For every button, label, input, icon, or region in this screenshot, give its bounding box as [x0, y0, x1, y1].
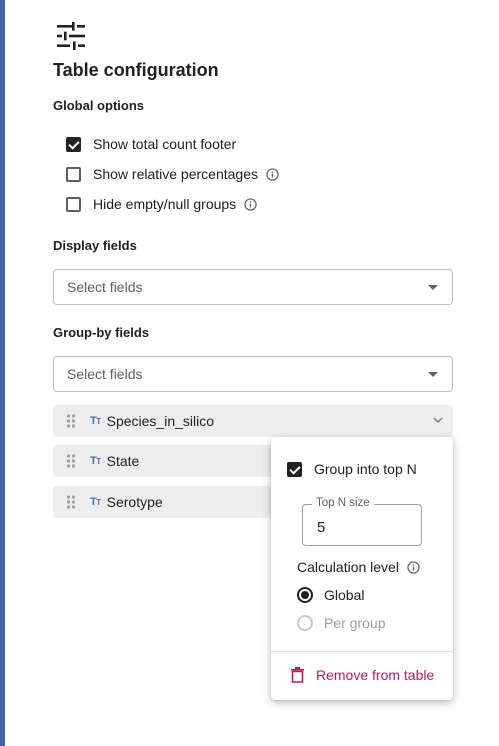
- text-type-icon: TT: [90, 496, 101, 508]
- drag-handle-icon[interactable]: [66, 454, 76, 468]
- drag-handle-icon[interactable]: [66, 414, 76, 428]
- radio-disabled: [297, 615, 313, 631]
- group-top-n-label: Group into top N: [314, 461, 417, 477]
- group-field-species-in-silico[interactable]: TT Species_in_silico: [53, 405, 453, 437]
- left-accent-bar: [0, 0, 5, 746]
- select-placeholder: Select fields: [67, 279, 143, 295]
- option-label: Show relative percentages: [93, 166, 258, 182]
- display-fields-select[interactable]: Select fields: [53, 269, 453, 305]
- remove-label: Remove from table: [316, 667, 435, 683]
- calculation-level-text: Calculation level: [297, 559, 399, 575]
- option-show-relative-percentages[interactable]: Show relative percentages: [66, 164, 279, 184]
- radio-option-global[interactable]: Global: [297, 587, 364, 603]
- group-by-fields-label: Group-by fields: [53, 325, 150, 340]
- info-icon[interactable]: [244, 197, 257, 211]
- top-n-size-value: 5: [317, 519, 326, 536]
- field-name: Species_in_silico: [106, 413, 215, 429]
- dropdown-caret-icon: [428, 372, 438, 377]
- top-n-size-label: Top N size: [312, 497, 374, 509]
- option-hide-empty-groups[interactable]: Hide empty/null groups: [66, 194, 257, 214]
- info-icon[interactable]: [407, 560, 420, 574]
- divider: [271, 651, 453, 652]
- field-options-popover: Group into top N Top N size 5 Calculatio…: [271, 437, 453, 700]
- display-fields-label: Display fields: [53, 238, 137, 253]
- checkbox-checked[interactable]: [287, 461, 302, 477]
- page-title: Table configuration: [53, 60, 219, 80]
- tune-icon: [57, 22, 85, 50]
- option-label: Show total count footer: [93, 136, 237, 152]
- dropdown-caret-icon: [428, 285, 438, 290]
- info-icon[interactable]: [266, 167, 279, 181]
- drag-handle-icon[interactable]: [66, 495, 76, 509]
- option-show-total-count[interactable]: Show total count footer: [66, 134, 236, 154]
- checkbox-checked[interactable]: [66, 136, 81, 152]
- calculation-level-label: Calculation level: [297, 559, 420, 575]
- option-label: Hide empty/null groups: [93, 196, 237, 212]
- radio-label: Per group: [324, 615, 386, 631]
- field-name: State: [106, 453, 140, 469]
- global-options-label: Global options: [53, 98, 144, 113]
- chevron-down-icon[interactable]: [433, 416, 443, 424]
- trash-icon: [291, 667, 304, 683]
- radio-label: Global: [324, 587, 365, 603]
- checkbox[interactable]: [66, 196, 81, 212]
- remove-from-table-button[interactable]: Remove from table: [291, 667, 434, 683]
- radio-selected[interactable]: [297, 587, 313, 603]
- field-name: Serotype: [106, 494, 163, 510]
- top-n-size-input[interactable]: Top N size 5: [302, 497, 422, 546]
- text-type-icon: TT: [90, 455, 101, 467]
- text-type-icon: TT: [90, 415, 101, 427]
- radio-option-per-group: Per group: [297, 615, 385, 631]
- group-top-n-option[interactable]: Group into top N: [287, 461, 417, 477]
- select-placeholder: Select fields: [67, 366, 143, 382]
- checkbox[interactable]: [66, 166, 81, 182]
- group-by-fields-select[interactable]: Select fields: [53, 356, 453, 392]
